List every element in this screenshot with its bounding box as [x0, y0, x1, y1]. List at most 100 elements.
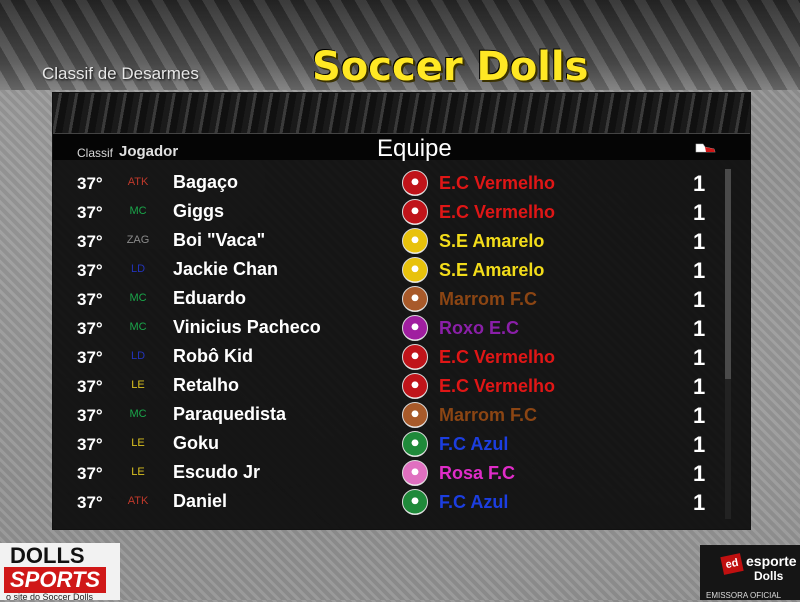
team-name: F.C Azul — [439, 492, 509, 512]
tackles-count: 1 — [693, 403, 706, 428]
team-name: Marrom F.C — [439, 405, 538, 425]
position-badge: MC — [129, 321, 147, 333]
red-crest-icon — [402, 344, 428, 370]
player-name: Retalho — [173, 375, 240, 395]
position-badge: MC — [129, 408, 147, 420]
blue-crest-icon — [402, 431, 428, 457]
ed-brand: esporte — [746, 553, 797, 569]
player-name: Eduardo — [173, 288, 247, 308]
ranking-panel: Classif Jogador Equipe 37° ATK Bagaço E.C V… — [52, 92, 751, 530]
scrollbar-thumb[interactable] — [725, 169, 731, 379]
position-badge: MC — [129, 205, 147, 217]
esporte-dolls-logo: ed esporte Dolls EMISSORA OFICIAL — [700, 545, 800, 600]
red-crest-icon — [402, 170, 428, 196]
player-name: Vinicius Pacheco — [173, 317, 321, 337]
tackles-count: 1 — [693, 287, 706, 312]
tackles-count: 1 — [693, 490, 706, 515]
brown-crest-icon — [402, 402, 428, 428]
section-label: Classif de Desarmes — [42, 64, 199, 83]
logo-sports-text: SPORTS — [4, 567, 107, 593]
table-row: 37° LD Jackie Chan S.E Amarelo 1 — [53, 256, 721, 285]
tackles-count: 1 — [693, 229, 706, 254]
position-badge: ATK — [127, 176, 149, 188]
player-name: Jackie Chan — [173, 259, 279, 279]
pink-crest-icon — [402, 460, 428, 486]
dolls-sports-logo: DOLLS SPORTS o site do Soccer Dolls — [0, 543, 120, 602]
table-row: 37° MC Giggs E.C Vermelho 1 — [53, 198, 721, 227]
table-row: 37° ATK Bagaço E.C Vermelho 1 — [53, 169, 721, 198]
table-row: 37° LD Robô Kid E.C Vermelho 1 — [53, 343, 721, 372]
panel-header-texture — [53, 93, 750, 134]
tackles-count: 1 — [693, 200, 706, 225]
rank-cell: 37° — [77, 290, 103, 309]
team-name: E.C Vermelho — [439, 347, 556, 367]
tackles-count: 1 — [693, 345, 706, 370]
logo-dolls-text: DOLLS — [10, 543, 85, 568]
table-row: 37° LE Goku F.C Azul 1 — [53, 430, 721, 459]
table-row: 37° MC Vinicius Pacheco Roxo E.C 1 — [53, 314, 721, 343]
header-rank: Classif — [77, 146, 114, 160]
position-badge: ATK — [127, 495, 149, 507]
player-name: Paraquedista — [173, 404, 287, 424]
position-badge: LE — [131, 466, 145, 478]
table-row: 37° ATK Daniel F.C Azul 1 — [53, 488, 721, 517]
rank-cell: 37° — [77, 377, 103, 396]
rank-cell: 37° — [77, 203, 103, 222]
position-badge: ZAG — [126, 234, 150, 246]
table-row: 37° LE Retalho E.C Vermelho 1 — [53, 372, 721, 401]
position-badge: LD — [130, 350, 146, 362]
team-name: S.E Amarelo — [439, 231, 545, 251]
team-name: Roxo E.C — [439, 318, 520, 338]
team-name: F.C Azul — [439, 434, 509, 454]
rank-cell: 37° — [77, 348, 103, 367]
blue-crest-icon — [402, 489, 428, 515]
logo-tagline: o site do Soccer Dolls — [6, 592, 94, 602]
rank-cell: 37° — [77, 319, 103, 338]
table-header: Classif Jogador Equipe — [53, 134, 750, 162]
rank-cell: 37° — [77, 464, 103, 483]
table-row: 37° MC Paraquedista Marrom F.C 1 — [53, 401, 721, 430]
player-name: Giggs — [173, 201, 225, 221]
position-badge: LD — [130, 263, 146, 275]
position-badge: LE — [131, 379, 145, 391]
position-badge: LE — [131, 437, 145, 449]
table-row: 37° LE Escudo Jr Rosa F.C 1 — [53, 459, 721, 488]
header-team: Equipe — [377, 135, 452, 162]
purple-crest-icon — [402, 315, 428, 341]
header-player: Jogador — [119, 143, 179, 160]
player-name: Bagaço — [173, 172, 239, 192]
team-name: S.E Amarelo — [439, 260, 545, 280]
scrollbar[interactable] — [725, 169, 731, 519]
team-name: Marrom F.C — [439, 289, 538, 309]
player-name: Goku — [173, 433, 220, 453]
red-crest-icon — [402, 199, 428, 225]
tackles-count: 1 — [693, 432, 706, 457]
table-row: 37° MC Eduardo Marrom F.C 1 — [53, 285, 721, 314]
player-name: Robô Kid — [173, 346, 253, 366]
yellow-crest-icon — [402, 228, 428, 254]
rank-cell: 37° — [77, 435, 103, 454]
yellow-crest-icon — [402, 257, 428, 283]
ed-brand-sub: Dolls — [754, 569, 784, 583]
team-name: Rosa F.C — [439, 463, 516, 483]
table-row: 37° ZAG Boi "Vaca" S.E Amarelo 1 — [53, 227, 721, 256]
team-name: E.C Vermelho — [439, 173, 556, 193]
table-body: 37° ATK Bagaço E.C Vermelho 1 37° MC Giggs E.C V… — [53, 169, 721, 517]
player-name: Boi "Vaca" — [173, 230, 266, 250]
tackles-count: 1 — [693, 461, 706, 486]
tackles-count: 1 — [693, 171, 706, 196]
brown-crest-icon — [402, 286, 428, 312]
ed-tagline: EMISSORA OFICIAL — [706, 591, 782, 600]
team-name: E.C Vermelho — [439, 376, 556, 396]
position-badge: MC — [129, 292, 147, 304]
player-name: Escudo Jr — [173, 462, 261, 482]
game-title: Soccer Dolls — [312, 44, 589, 90]
tackles-count: 1 — [693, 374, 706, 399]
team-name: E.C Vermelho — [439, 202, 556, 222]
boot-icon — [695, 143, 716, 153]
ed-badge: ed — [720, 553, 744, 575]
rank-cell: 37° — [77, 406, 103, 425]
rank-cell: 37° — [77, 261, 103, 280]
tackles-count: 1 — [693, 316, 706, 341]
player-name: Daniel — [173, 491, 228, 511]
